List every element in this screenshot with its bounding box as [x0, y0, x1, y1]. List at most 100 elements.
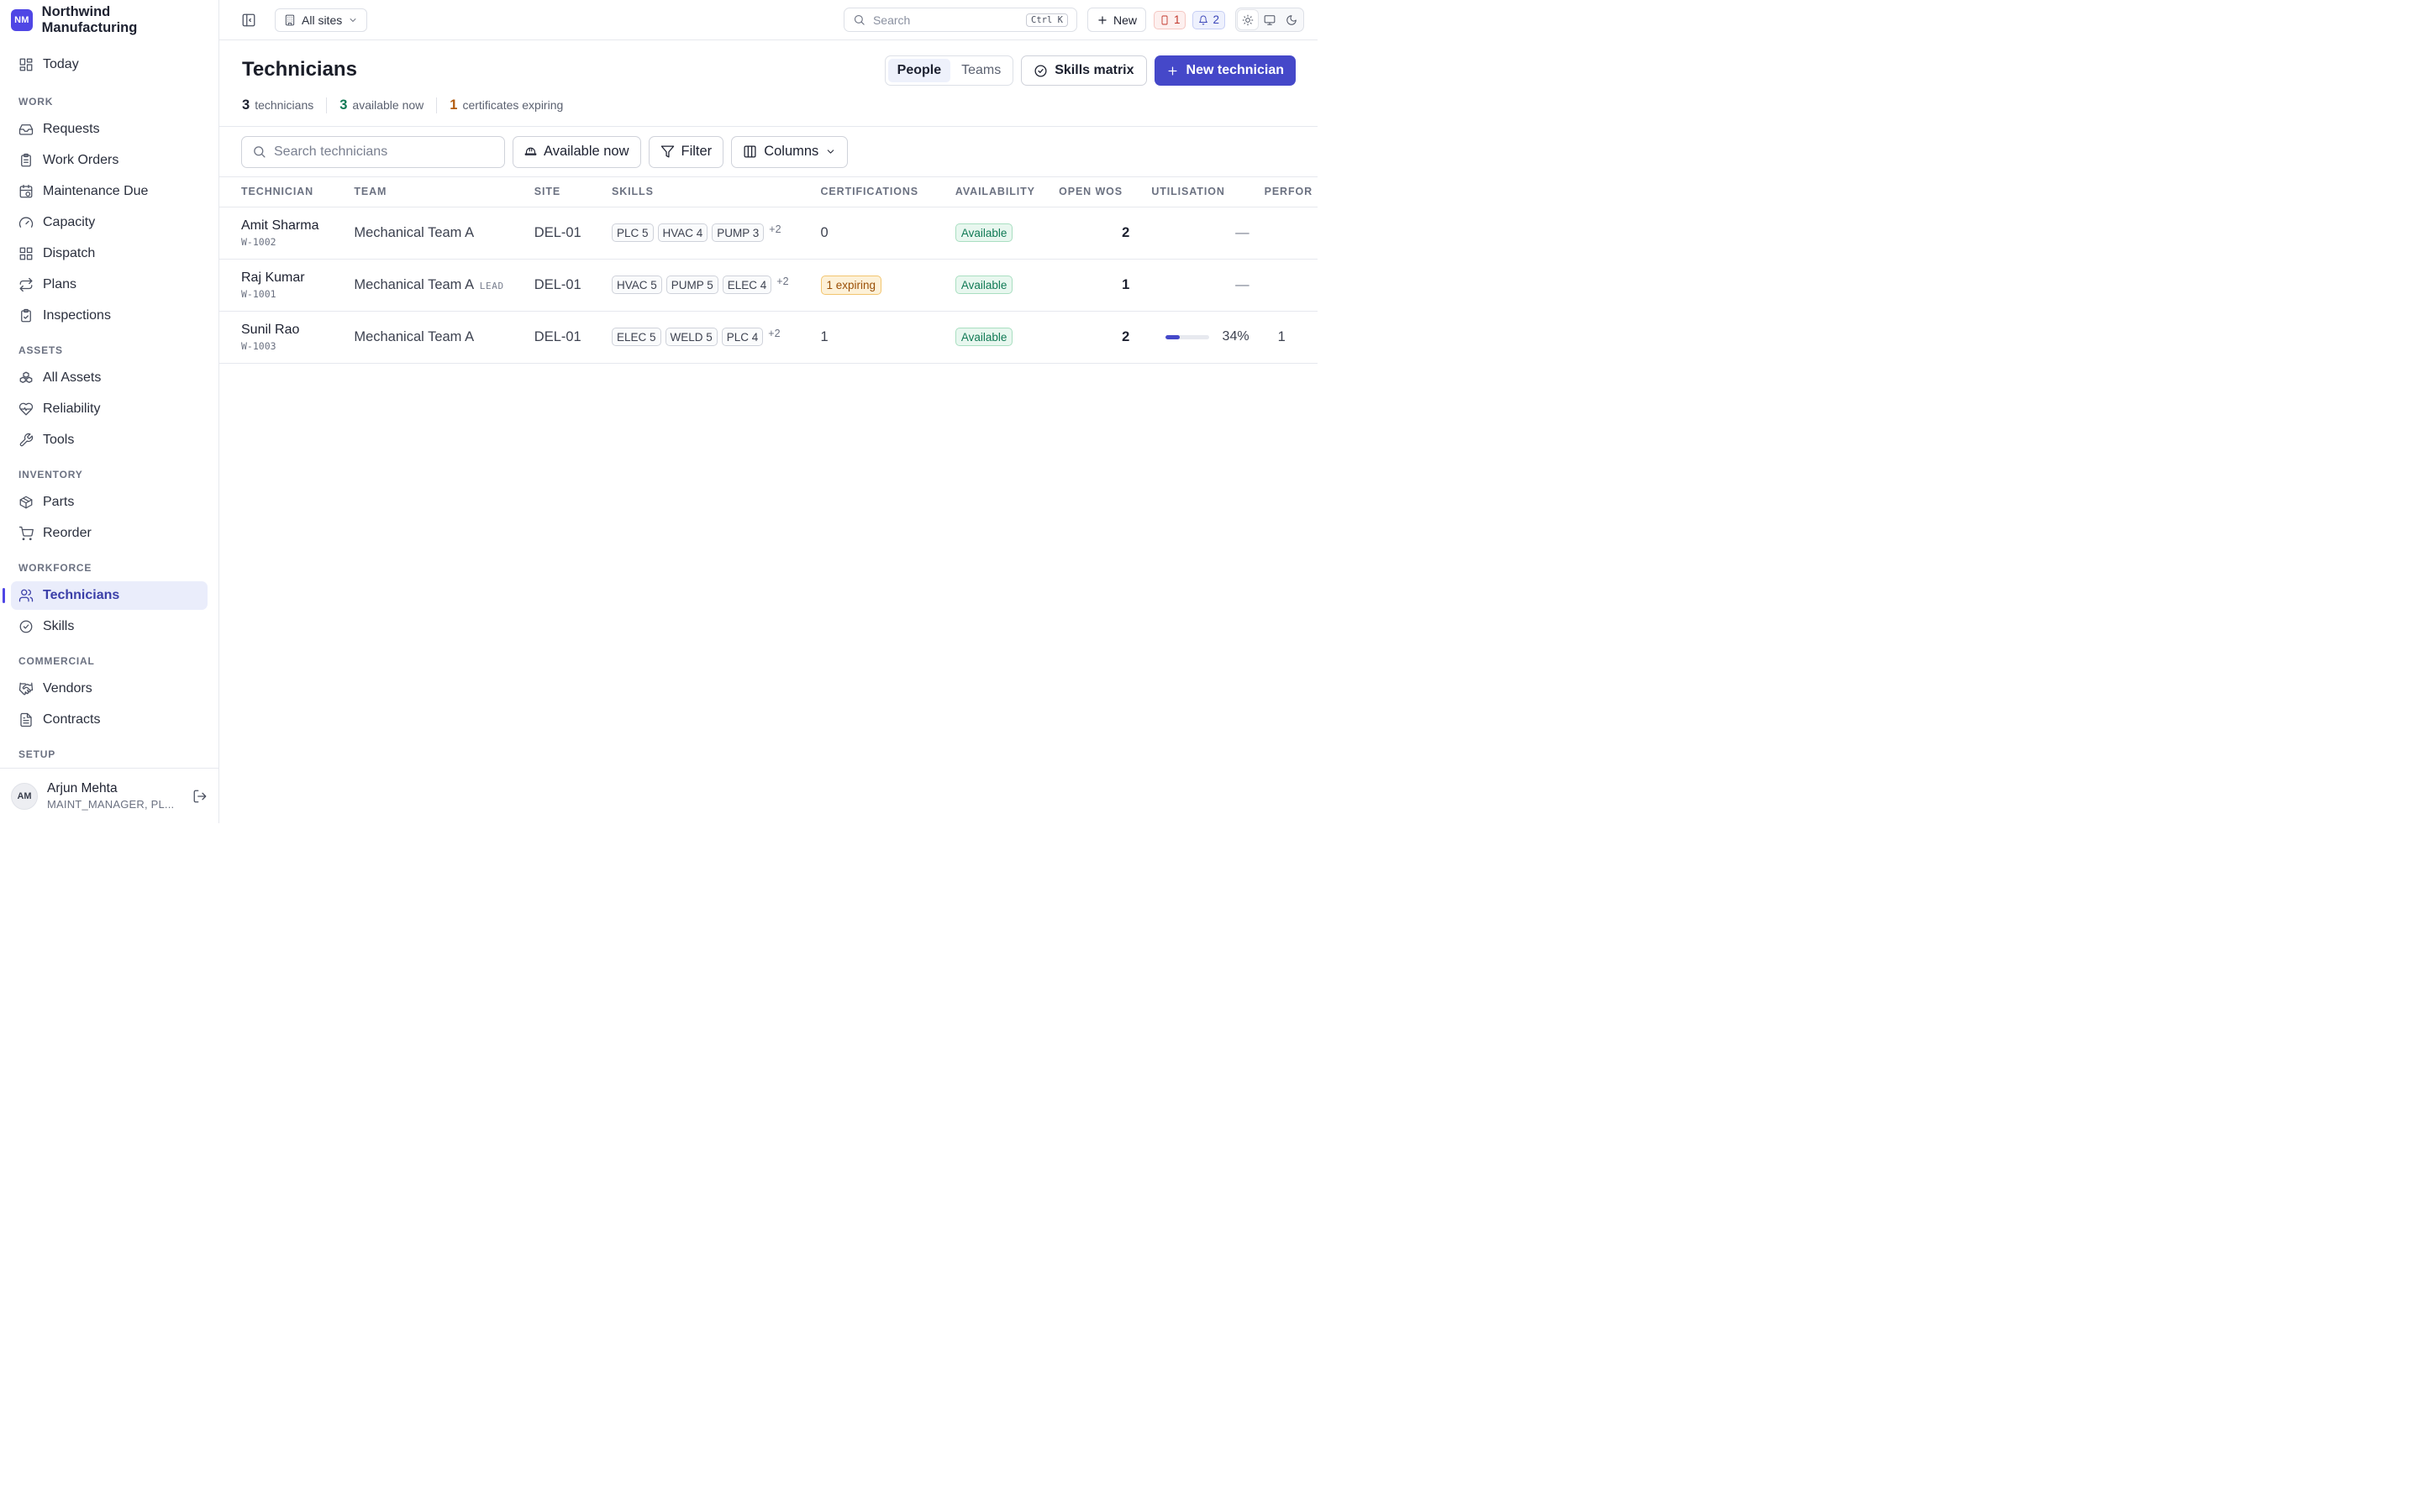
skills-matrix-label: Skills matrix: [1055, 63, 1134, 77]
utilisation: 34%: [1151, 329, 1260, 344]
notifications-button[interactable]: 2: [1192, 10, 1225, 29]
technician-search[interactable]: [241, 135, 505, 168]
logout-icon: [193, 790, 207, 802]
column-header-technician[interactable]: TECHNICIAN: [219, 177, 355, 207]
tab-people[interactable]: People: [887, 59, 951, 82]
page-header: Technicians 3 technicians 3 available no…: [219, 40, 1318, 127]
sidebar-item-technicians[interactable]: Technicians: [3, 581, 208, 610]
skills-more[interactable]: +2: [768, 328, 780, 339]
stat-value: 3: [339, 97, 348, 113]
column-header-availability[interactable]: AVAILABILITY: [955, 177, 1060, 207]
panel-left-icon: [242, 13, 255, 26]
sidebar-item-label: Plans: [43, 277, 77, 291]
new-button[interactable]: New: [1086, 8, 1146, 32]
technician-name[interactable]: Raj Kumar: [241, 270, 354, 286]
column-header-performance[interactable]: PERFOR: [1260, 177, 1318, 207]
wrench-icon: [19, 433, 34, 447]
calendar-clock-icon: [19, 184, 33, 198]
table-row[interactable]: Raj Kumar W-1001 Mechanical Team A LEAD …: [219, 259, 1318, 312]
toggle-sidebar-button[interactable]: [241, 13, 256, 28]
cell-open-wos: 2: [1059, 207, 1152, 260]
sidebar-item-tools[interactable]: Tools: [11, 426, 208, 454]
column-header-open-wos[interactable]: OPEN WOS: [1059, 177, 1152, 207]
new-technician-button[interactable]: New technician: [1154, 55, 1296, 86]
column-header-site[interactable]: SITE: [534, 177, 612, 207]
technician-name[interactable]: Amit Sharma: [241, 218, 354, 234]
stat-label: available now: [352, 98, 424, 112]
chevron-down-icon: [350, 18, 356, 22]
utilisation-value: —: [1235, 276, 1249, 292]
theme-system-button[interactable]: [1260, 10, 1280, 29]
sidebar-item-vendors[interactable]: Vendors: [11, 675, 208, 703]
section-work: WORK: [18, 96, 54, 108]
building-icon: [285, 14, 295, 25]
stat-available: 3 available now: [326, 97, 436, 113]
cell-utilisation: —: [1151, 207, 1261, 260]
sidebar-item-reorder[interactable]: Reorder: [11, 519, 208, 548]
alerts-count: 1: [1173, 13, 1181, 26]
cell-open-wos: 2: [1059, 311, 1152, 364]
sidebar: NM Northwind Manufacturing Today WORK Re…: [0, 0, 219, 823]
sidebar-item-parts[interactable]: Parts: [11, 488, 208, 517]
sidebar-item-plans[interactable]: Plans: [11, 270, 208, 299]
sidebar-item-dispatch[interactable]: Dispatch: [11, 239, 208, 268]
user-panel[interactable]: AM Arjun Mehta MAINT_MANAGER, PL...: [0, 768, 218, 823]
column-header-certifications[interactable]: CERTIFICATIONS: [820, 177, 955, 207]
alerts-button[interactable]: 1: [1153, 10, 1186, 29]
theme-light-button[interactable]: [1238, 10, 1258, 29]
sidebar-item-work-orders[interactable]: Work Orders: [11, 146, 208, 175]
brand[interactable]: NM Northwind Manufacturing: [0, 0, 218, 40]
users-icon: [18, 589, 34, 602]
global-search[interactable]: Search Ctrl K: [843, 8, 1077, 32]
file-text-icon: [20, 712, 32, 727]
utilisation: —: [1151, 225, 1260, 241]
sidebar-item-inspections[interactable]: Inspections: [11, 302, 208, 330]
columns-label: Columns: [764, 144, 819, 159]
handshake-icon: [18, 682, 34, 696]
sidebar-item-maintenance-due[interactable]: Maintenance Due: [11, 177, 208, 206]
technician-search-input[interactable]: [274, 144, 494, 160]
theme-dark-button[interactable]: [1281, 10, 1302, 29]
plus-icon: [1098, 15, 1107, 24]
moon-icon: [1286, 14, 1297, 25]
sidebar-item-label: Technicians: [43, 588, 120, 602]
skills-more[interactable]: +2: [776, 276, 788, 287]
table-row[interactable]: Sunil Rao W-1003 Mechanical Team A DEL-0…: [219, 311, 1318, 364]
technician-name[interactable]: Sunil Rao: [241, 323, 354, 338]
site-select[interactable]: All sites: [275, 8, 368, 32]
sidebar-item-skills[interactable]: Skills: [11, 612, 208, 641]
utilisation-bar: [1165, 334, 1209, 339]
table-header-row: TECHNICIAN TEAM SITE SKILLS CERTIFICATIO…: [219, 177, 1318, 207]
column-header-utilisation[interactable]: UTILISATION: [1151, 177, 1261, 207]
skills-matrix-button[interactable]: Skills matrix: [1021, 55, 1147, 86]
columns-button[interactable]: Columns: [731, 135, 849, 168]
cell-skills: HVAC 5 PUMP 5 ELEC 4 +2: [611, 259, 821, 312]
site-select-value: All sites: [302, 13, 343, 27]
badge-check-icon: [19, 620, 33, 633]
filter-icon: [660, 145, 674, 158]
sidebar-item-contracts[interactable]: Contracts: [11, 706, 208, 734]
skill-chip: ELEC 5: [611, 328, 661, 346]
sidebar-item-all-assets[interactable]: All Assets: [11, 364, 208, 392]
tab-teams[interactable]: Teams: [952, 59, 1010, 82]
sidebar-item-requests[interactable]: Requests: [11, 115, 208, 144]
filter-label: Filter: [681, 144, 713, 159]
column-header-skills[interactable]: SKILLS: [611, 177, 821, 207]
sidebar-item-label: Requests: [43, 122, 100, 136]
brand-name: Northwind Manufacturing: [41, 4, 138, 35]
cell-certifications: 1: [820, 311, 955, 364]
search-shortcut: Ctrl K: [1026, 13, 1068, 27]
column-header-team[interactable]: TEAM: [354, 177, 534, 207]
filter-button[interactable]: Filter: [648, 135, 724, 168]
table-row[interactable]: Amit Sharma W-1002 Mechanical Team A DEL…: [219, 207, 1318, 260]
logout-button[interactable]: [192, 789, 208, 804]
sidebar-item-reliability[interactable]: Reliability: [11, 395, 208, 423]
inbox-icon: [18, 124, 34, 135]
sidebar-item-today[interactable]: Today: [11, 50, 208, 79]
sidebar-item-capacity[interactable]: Capacity: [11, 208, 208, 237]
cell-availability: Available: [955, 259, 1060, 312]
available-now-button[interactable]: Available now: [513, 135, 641, 168]
topbar: All sites Search Ctrl K New 1 2: [219, 0, 1318, 40]
skills-more[interactable]: +2: [769, 223, 781, 235]
cell-performance: [1260, 207, 1318, 260]
